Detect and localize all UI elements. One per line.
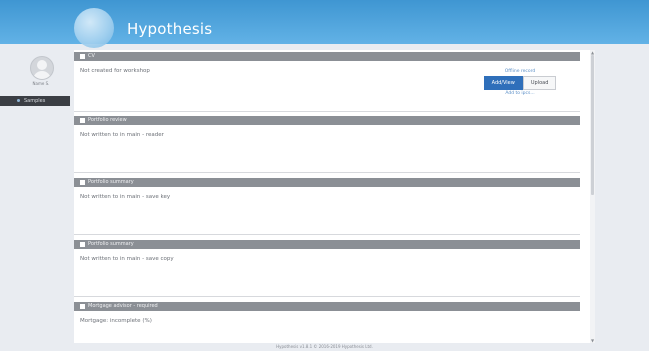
footer: Hypothesis v1.8.1 © 2016-2019 Hypothesis… [276,344,373,349]
main-scrollbar[interactable]: ▲ ▼ [590,50,595,343]
panel-header: Mortgage advisor - required [74,302,580,311]
panel-title: Portfolio summary [88,241,134,247]
panel-header: Portfolio review [74,116,580,125]
panel-title: Portfolio summary [88,179,134,185]
panel-body: Not created for workshop Offline record … [74,61,580,112]
panel-square-icon [80,242,85,247]
sidebar-item-label: Samples [24,98,46,104]
panel-text: Mortgage: incomplete (%) [80,318,152,324]
app-title: Hypothesis [127,20,213,38]
panel-body: Not written to in main - reader [74,125,580,173]
panel-mortgage-advisor: Mortgage advisor - required Mortgage: in… [74,302,580,343]
panel-actions: Offline record Add/View Upload Add to ipc… [480,68,560,97]
sidebar: Name S. Samples [0,44,70,351]
panel-square-icon [80,54,85,59]
panel-title: CV [88,53,95,59]
add-view-button[interactable]: Add/View [483,76,523,90]
logo-globe-icon [74,8,114,48]
panel-portfolio-review: Portfolio review Not written to in main … [74,116,580,174]
panel-title: Mortgage advisor - required [88,303,158,309]
scrollbar-thumb[interactable] [591,55,594,195]
panel-square-icon [80,180,85,185]
panel-header: Portfolio summary [74,240,580,249]
avatar-body [33,71,51,79]
user-name[interactable]: Name S. [0,81,82,86]
add-to-link[interactable]: Add to ipcs... [480,90,560,97]
panel-body: Not written to in main - save copy [74,249,580,297]
panel-portfolio-summary-2: Portfolio summary Not written to in main… [74,240,580,298]
app-logo[interactable]: Hypothesis [72,4,232,48]
panel-header: CV [74,52,580,61]
panel-body: Mortgage: incomplete (%) [74,311,580,343]
panel-text: Not written to in main - reader [80,132,164,138]
bullet-icon [17,99,20,102]
panel-body: Not written to in main - save key [74,187,580,235]
offline-record-link[interactable]: Offline record [480,68,560,75]
avatar-head [37,60,47,70]
panel-text: Not written to in main - save copy [80,256,174,262]
panel-cv: CV Not created for workshop Offline reco… [74,52,580,112]
upload-button[interactable]: Upload [522,76,557,90]
panel-title: Portfolio review [88,117,127,123]
main-content: CV Not created for workshop Offline reco… [74,50,590,343]
panel-portfolio-summary: Portfolio summary Not written to in main… [74,178,580,236]
panel-text: Not written to in main - save key [80,194,171,200]
panel-header: Portfolio summary [74,178,580,187]
sidebar-item-samples[interactable]: Samples [0,96,70,106]
panel-text: Not created for workshop [80,68,150,74]
app-header: Hypothesis [0,0,649,48]
panel-square-icon [80,118,85,123]
action-buttons: Add/View Upload [480,76,560,90]
avatar[interactable] [30,56,54,80]
panel-square-icon [80,304,85,309]
